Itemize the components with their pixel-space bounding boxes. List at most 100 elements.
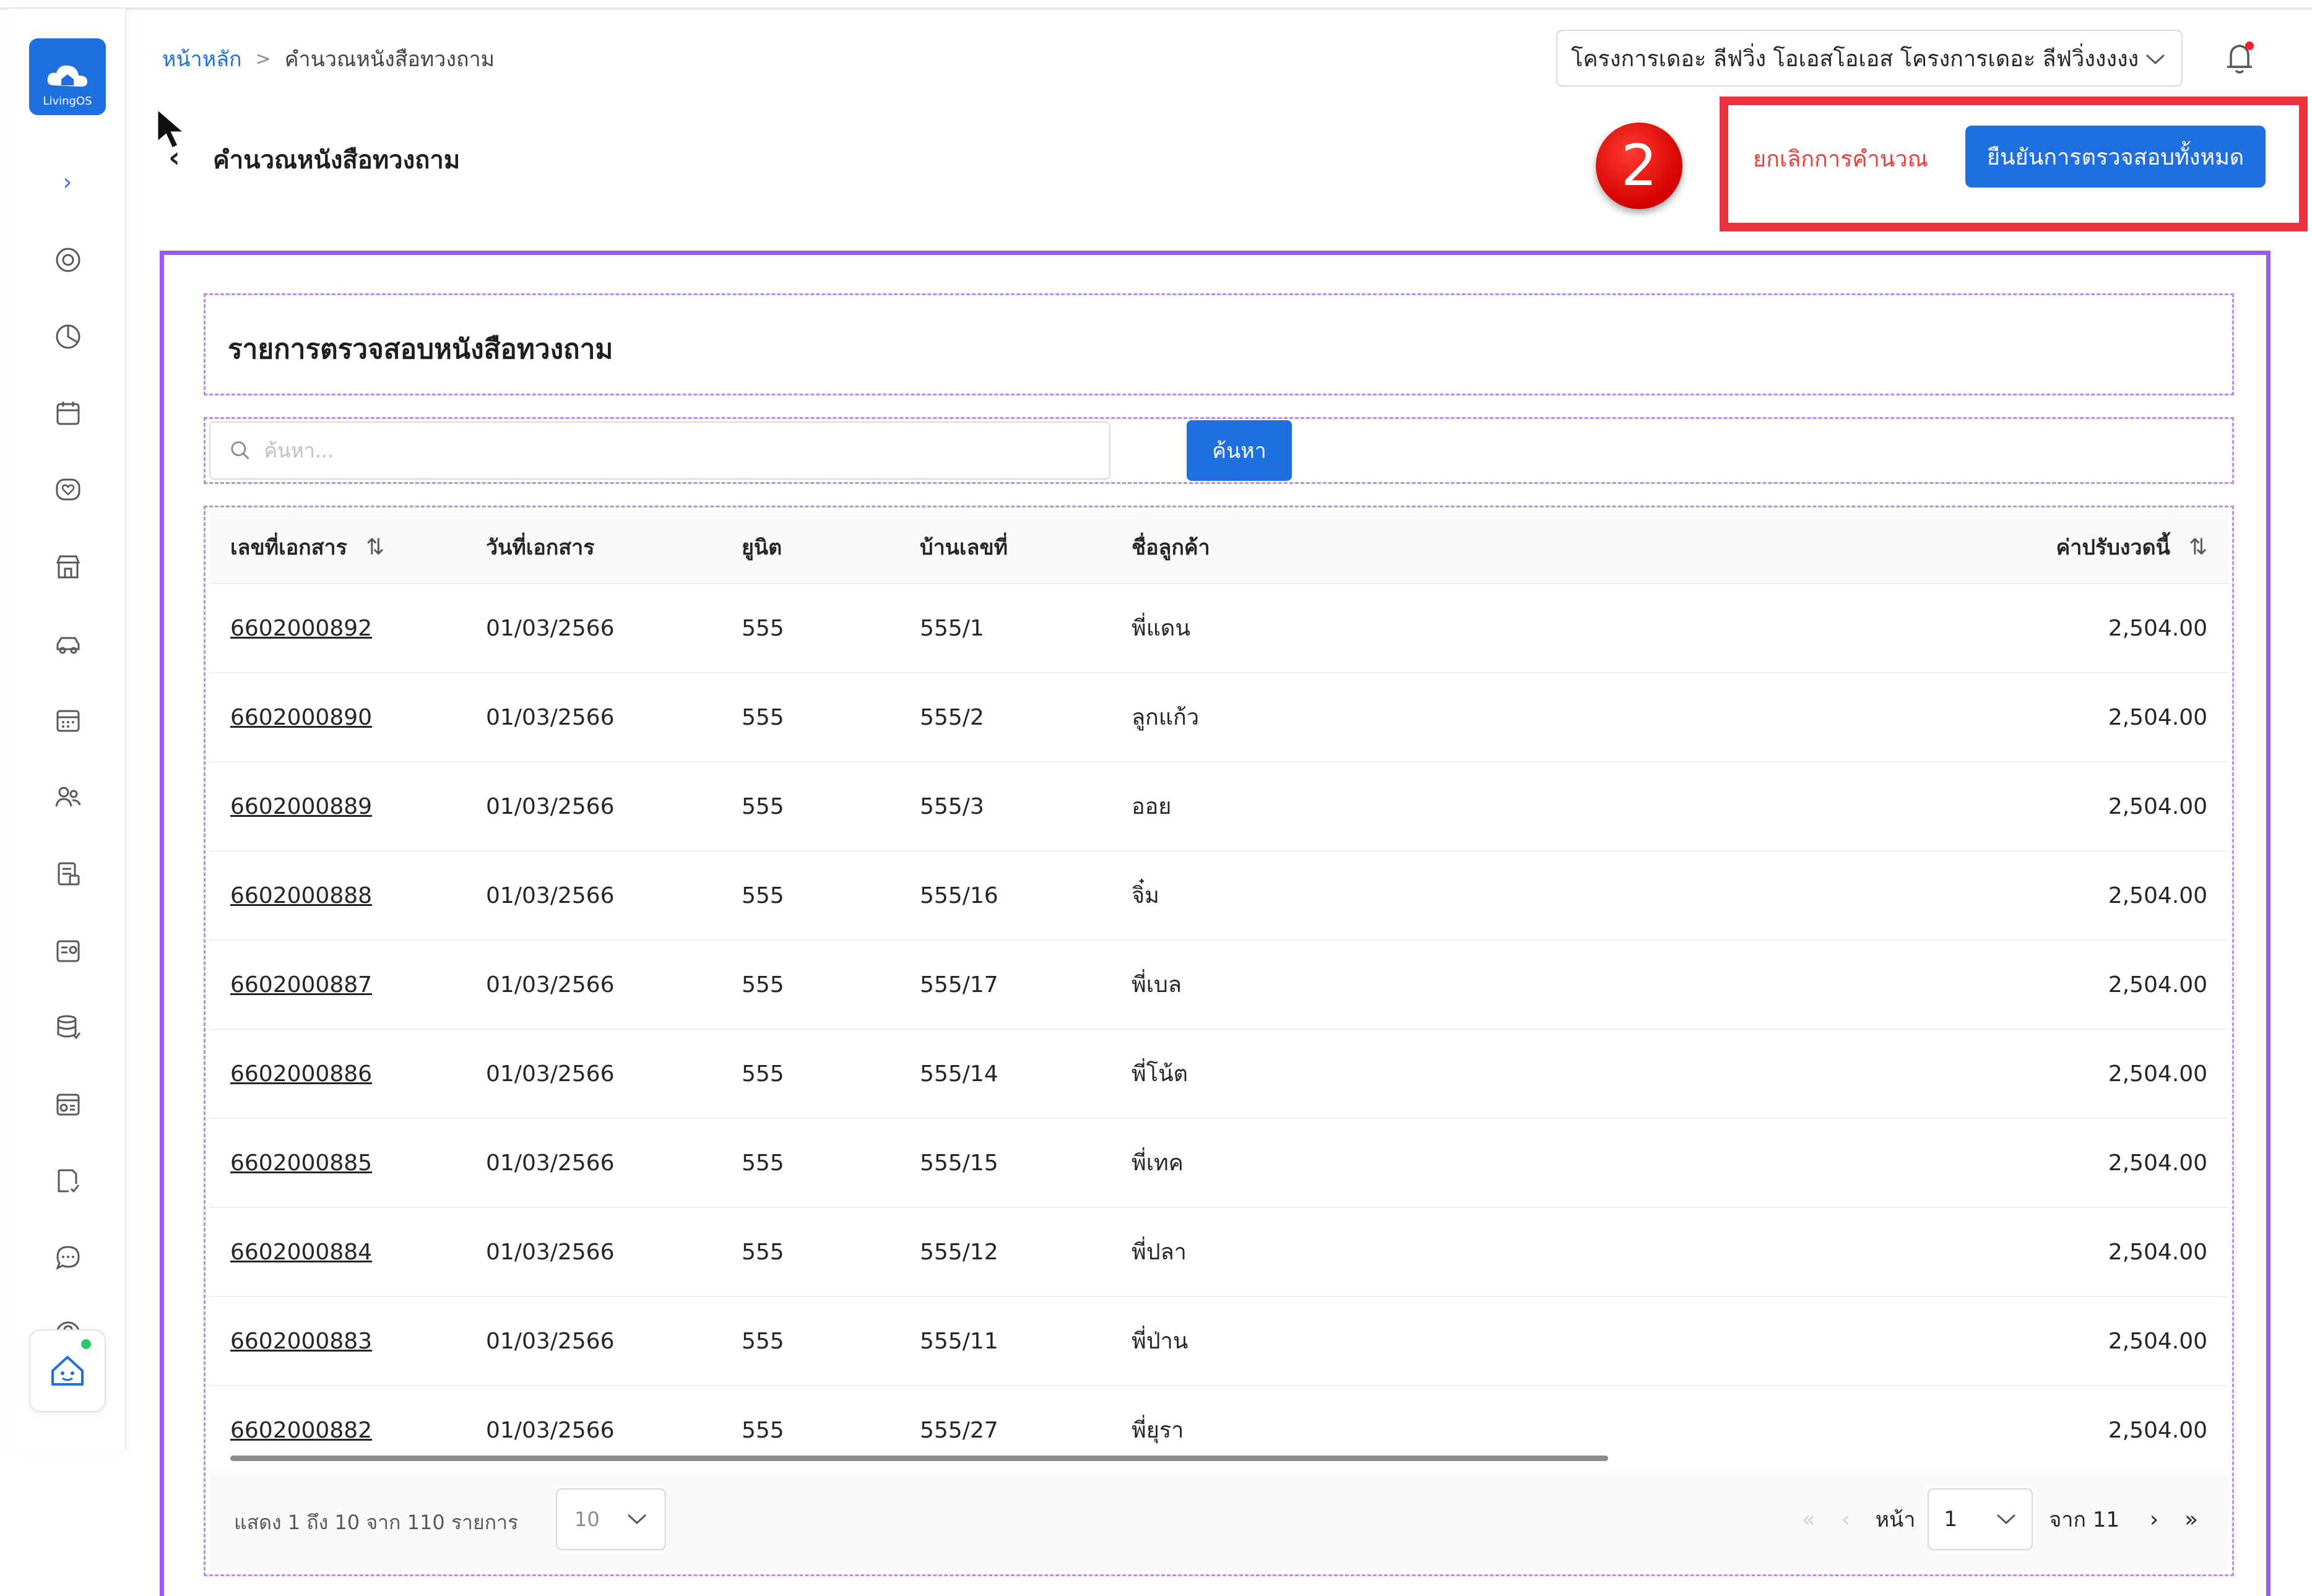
first-page-button[interactable]: « xyxy=(1790,1507,1827,1532)
payment-icon[interactable] xyxy=(52,1088,84,1120)
house-no-cell: 555/2 xyxy=(920,705,984,730)
people-icon[interactable] xyxy=(52,781,84,813)
doc-number-link[interactable]: 6602000886 xyxy=(230,1061,372,1087)
project-select[interactable]: โครงการเดอะ ลีฟวิ่ง โอเอสโอเอส โครงการเด… xyxy=(1556,30,2183,87)
table-row: 6602000886 01/03/2566 555 555/14 พี่โน้ต… xyxy=(209,1030,2228,1119)
doc-date-cell: 01/03/2566 xyxy=(486,616,615,641)
search-input[interactable] xyxy=(264,439,1091,462)
chat-icon[interactable] xyxy=(52,1241,84,1274)
unit-cell: 555 xyxy=(742,794,784,819)
customer-cell: พี่เทค xyxy=(1132,1150,1184,1176)
doc-number-link[interactable]: 6602000889 xyxy=(230,794,372,819)
search-button[interactable]: ค้นหา xyxy=(1187,420,1292,481)
app-logo[interactable]: LivingOS xyxy=(29,38,106,115)
chevron-right-icon[interactable]: › xyxy=(53,167,82,197)
section-title: รายการตรวจสอบหนังสือทวงถาม xyxy=(228,334,613,365)
house-no-cell: 555/15 xyxy=(920,1150,998,1176)
step-badge: 2 xyxy=(1596,123,1682,209)
fine-cell: 2,504.00 xyxy=(2108,1418,2207,1443)
sort-icon[interactable]: ⇅ xyxy=(366,535,384,560)
unit-cell: 555 xyxy=(742,705,784,730)
doc-number-link[interactable]: 6602000882 xyxy=(230,1418,372,1443)
table-row: 6602000890 01/03/2566 555 555/2 ลูกแก้ว … xyxy=(209,673,2228,762)
column-header-house-no: บ้านเลขที่ xyxy=(920,535,1008,560)
heart-chat-icon[interactable] xyxy=(52,474,84,506)
customer-cell: พี่ป่าน xyxy=(1132,1329,1188,1354)
fine-cell: 2,504.00 xyxy=(2108,616,2207,641)
doc-date-cell: 01/03/2566 xyxy=(486,1150,615,1176)
app-logo-text: LivingOS xyxy=(43,95,92,108)
doc-number-link[interactable]: 6602000888 xyxy=(230,883,372,908)
table-row: 6602000883 01/03/2566 555 555/11 พี่ป่าน… xyxy=(209,1297,2228,1386)
page-size-value: 10 xyxy=(574,1508,600,1531)
of-label: จาก 11 xyxy=(2049,1503,2119,1536)
top-divider xyxy=(0,7,2312,10)
horizontal-scrollbar[interactable] xyxy=(230,1456,1608,1461)
column-label: ค่าปรับงวดนี้ xyxy=(2056,535,2170,560)
column-header-doc-no[interactable]: เลขที่เอกสาร ⇅ xyxy=(230,511,384,584)
fine-cell: 2,504.00 xyxy=(2108,883,2207,908)
prev-page-button[interactable]: ‹ xyxy=(1827,1507,1864,1532)
chevron-down-icon xyxy=(1997,1514,2016,1525)
unit-cell: 555 xyxy=(742,1418,784,1443)
breadcrumb-home[interactable]: หน้าหลัก xyxy=(162,42,242,75)
cancel-calculation-button[interactable]: ยกเลิกการคำนวณ xyxy=(1753,141,1928,176)
doc-number-link[interactable]: 6602000887 xyxy=(230,972,372,998)
next-page-button[interactable]: › xyxy=(2136,1507,2173,1532)
column-label: เลขที่เอกสาร xyxy=(230,535,347,560)
back-arrow-icon[interactable]: ‹ xyxy=(168,139,193,176)
document-check-icon[interactable] xyxy=(52,1165,84,1197)
doc-date-cell: 01/03/2566 xyxy=(486,705,615,730)
table-row: 6602000882 01/03/2566 555 555/27 พี่ยุรา… xyxy=(209,1386,2228,1459)
doc-number-link[interactable]: 6602000883 xyxy=(230,1329,372,1354)
assistant-button[interactable] xyxy=(29,1329,106,1412)
doc-number-link[interactable]: 6602000885 xyxy=(230,1150,372,1176)
search-block: ค้นหา xyxy=(204,417,2234,484)
page-label: หน้า xyxy=(1875,1508,1916,1532)
invoice-icon[interactable] xyxy=(52,858,84,890)
chevron-down-icon xyxy=(2143,46,2168,71)
database-icon[interactable] xyxy=(52,1011,84,1043)
doc-date-cell: 01/03/2566 xyxy=(486,1240,615,1265)
customer-cell: ออย xyxy=(1132,794,1172,819)
id-card-icon[interactable] xyxy=(52,934,84,967)
breadcrumb: หน้าหลัก > คำนวณหนังสือทวงถาม xyxy=(162,43,495,74)
search-field[interactable] xyxy=(209,421,1111,480)
confirm-all-button[interactable]: ยืนยันการตรวจสอบทั้งหมด xyxy=(1965,126,2266,188)
page-number-select[interactable]: 1 xyxy=(1928,1488,2033,1550)
store-icon[interactable] xyxy=(52,551,84,583)
fine-cell: 2,504.00 xyxy=(2108,972,2207,998)
doc-number-link[interactable]: 6602000890 xyxy=(230,705,372,730)
doc-number-link[interactable]: 6602000892 xyxy=(230,616,372,641)
customer-cell: พี่ยุรา xyxy=(1132,1418,1184,1443)
table-row: 6602000887 01/03/2566 555 555/17 พี่เบล … xyxy=(209,941,2228,1030)
fine-cell: 2,504.00 xyxy=(2108,1061,2207,1087)
calendar-box-icon[interactable] xyxy=(52,397,84,429)
pie-chart-icon[interactable] xyxy=(52,321,84,353)
customer-cell: พี่เบล xyxy=(1132,972,1182,998)
page-size-select[interactable]: 10 xyxy=(556,1488,666,1550)
target-icon[interactable] xyxy=(52,244,84,276)
sort-icon[interactable]: ⇅ xyxy=(2189,535,2207,560)
table-row: 6602000888 01/03/2566 555 555/16 จิ๋ม 2,… xyxy=(209,852,2228,941)
cloud-home-icon xyxy=(47,65,87,87)
notification-bell-icon[interactable] xyxy=(2221,38,2261,78)
project-select-value: โครงการเดอะ ลีฟวิ่ง โอเอสโอเอส โครงการเด… xyxy=(1571,46,2139,72)
house-no-cell: 555/17 xyxy=(920,972,998,998)
last-page-button[interactable]: » xyxy=(2173,1507,2210,1532)
unit-cell: 555 xyxy=(742,972,784,998)
table-row: 6602000885 01/03/2566 555 555/15 พี่เทค … xyxy=(209,1119,2228,1208)
calendar-icon[interactable] xyxy=(52,704,84,736)
house-no-cell: 555/11 xyxy=(920,1329,998,1354)
section-title-block: รายการตรวจสอบหนังสือทวงถาม xyxy=(204,293,2234,395)
unit-cell: 555 xyxy=(742,616,784,641)
house-no-cell: 555/3 xyxy=(920,794,984,819)
sidebar: LivingOS › xyxy=(9,9,126,1451)
column-header-fine[interactable]: ค่าปรับงวดนี้ ⇅ xyxy=(2056,511,2207,584)
car-icon[interactable] xyxy=(52,628,84,660)
search-icon xyxy=(231,441,249,460)
pagination: « ‹ หน้า 1 จาก 11 › » xyxy=(1790,1488,2210,1550)
doc-number-link[interactable]: 6602000884 xyxy=(230,1240,372,1265)
unit-cell: 555 xyxy=(742,883,784,908)
customer-cell: พี่ปลา xyxy=(1132,1240,1187,1265)
